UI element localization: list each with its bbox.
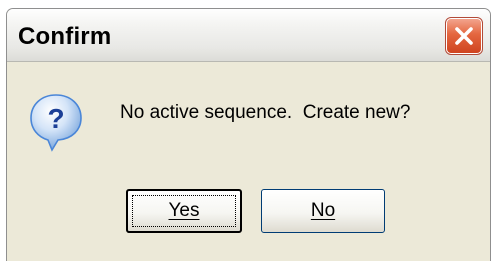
- svg-text:?: ?: [47, 103, 64, 134]
- confirm-dialog: Confirm ? No active sequence. Create new…: [6, 8, 491, 261]
- close-icon: [455, 27, 473, 45]
- yes-button[interactable]: Yes: [126, 189, 242, 233]
- no-button[interactable]: No: [261, 189, 385, 233]
- no-button-label: No: [310, 200, 336, 221]
- close-button[interactable]: [445, 17, 483, 55]
- yes-button-label: Yes: [168, 200, 200, 221]
- question-icon: ?: [30, 94, 82, 152]
- dialog-message: No active sequence. Create new?: [120, 102, 411, 123]
- dialog-title: Confirm: [18, 23, 112, 50]
- title-bar[interactable]: Confirm: [7, 9, 490, 62]
